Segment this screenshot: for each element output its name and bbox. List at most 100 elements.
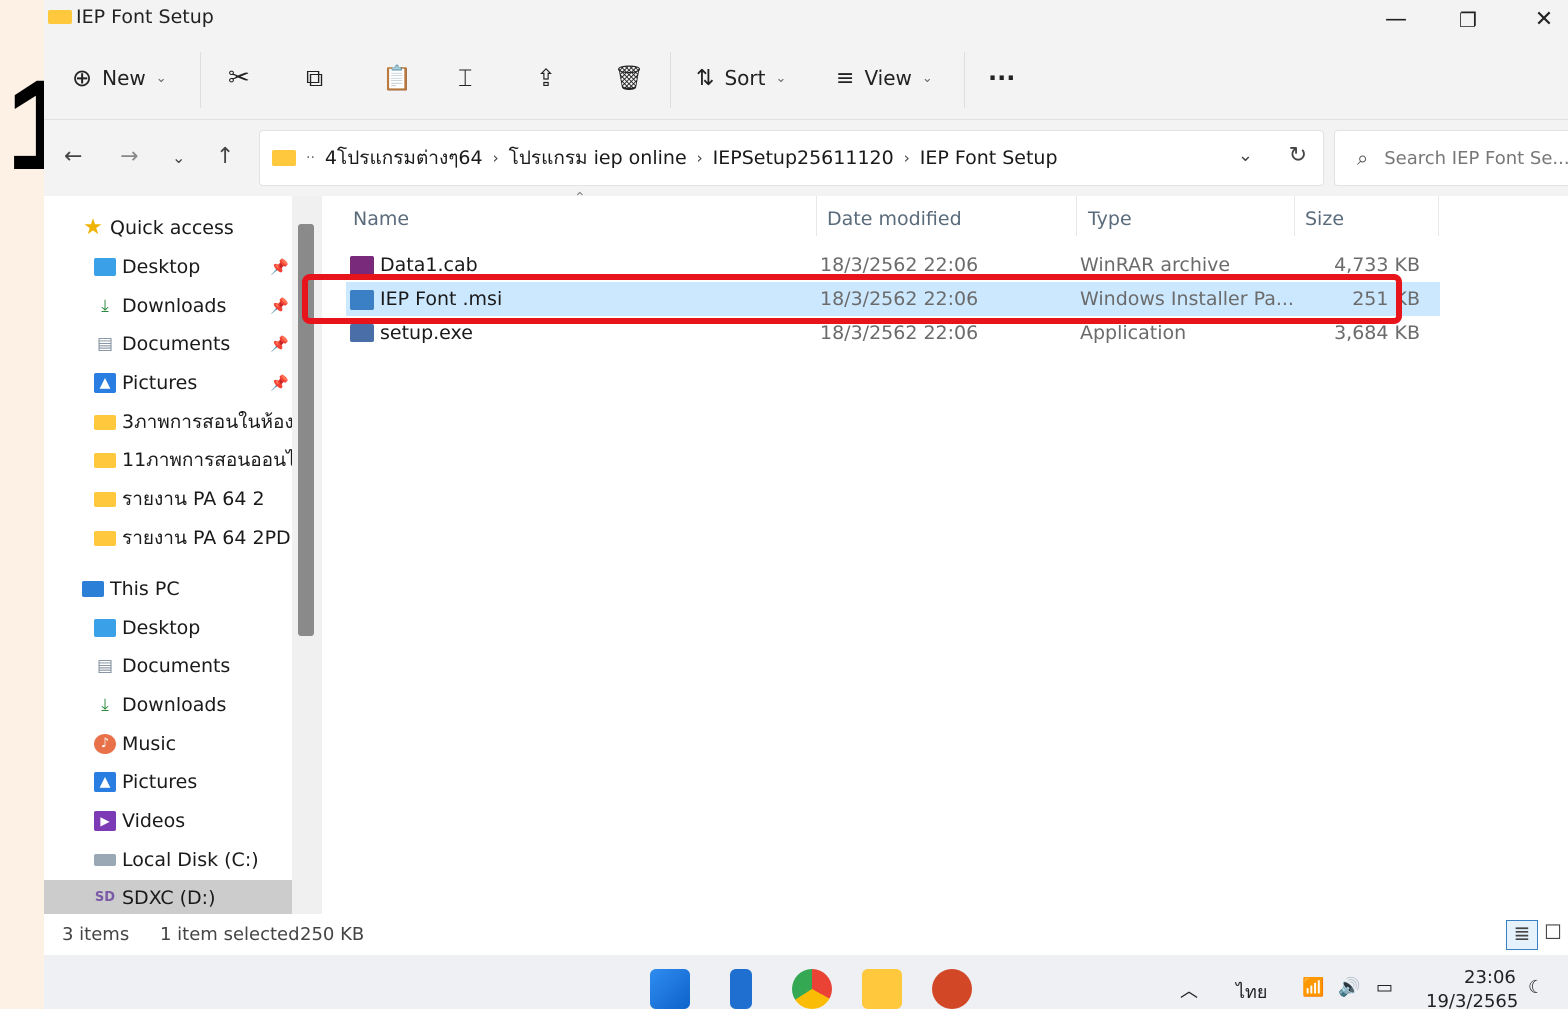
column-header-date[interactable]: Date modified xyxy=(827,208,962,230)
share-icon: ⇪ xyxy=(536,64,557,92)
phone-app-icon[interactable] xyxy=(730,969,752,1009)
nav-item-music[interactable]: ♪ Music xyxy=(94,726,176,762)
more-options-button[interactable]: ··· xyxy=(988,58,1015,98)
close-button[interactable]: ✕ xyxy=(1514,4,1568,36)
up-arrow-icon[interactable]: ↑ xyxy=(216,144,234,169)
volume-icon[interactable]: 🔊 xyxy=(1338,977,1360,998)
wifi-icon[interactable]: 📶 xyxy=(1302,977,1324,998)
pin-icon: 📌 xyxy=(270,297,289,315)
download-icon: ⤓ xyxy=(101,695,109,715)
search-icon: ⌕ xyxy=(1357,146,1369,170)
nav-label: Desktop xyxy=(122,256,201,278)
breadcrumb-overflow[interactable]: ·· xyxy=(306,150,315,166)
breadcrumb-item[interactable]: IEP Font Setup xyxy=(920,147,1058,169)
copy-button[interactable]: ⧉ xyxy=(306,58,323,98)
download-icon: ⤓ xyxy=(101,296,109,316)
nav-label: Music xyxy=(122,733,177,755)
sort-label: Sort xyxy=(724,66,766,90)
nav-item-pictures[interactable]: ▲ Pictures xyxy=(94,365,197,401)
file-explorer-window: IEP Font Setup — ❐ ✕ ⊕ New ⌄ ✂ ⧉ 📋 ⌶ ⇪ 🗑… xyxy=(44,0,1568,955)
chevron-up-icon[interactable]: ︿ xyxy=(1180,977,1198,1003)
nav-item-folder[interactable]: รายงาน PA 64 2 xyxy=(94,481,265,517)
powerpoint-icon[interactable] xyxy=(932,969,972,1009)
nav-item-desktop[interactable]: Desktop xyxy=(94,249,200,285)
back-arrow-icon[interactable]: ← xyxy=(64,144,82,169)
tiles-view-icon[interactable]: ☐ xyxy=(1544,920,1562,944)
forward-arrow-icon[interactable]: → xyxy=(120,144,138,169)
nav-item-desktop[interactable]: Desktop xyxy=(94,610,200,646)
view-label: View xyxy=(864,66,912,90)
file-size: 4,733 KB xyxy=(1334,254,1420,276)
nav-item-folder[interactable]: รายงาน PA 64 2PDF xyxy=(94,520,292,556)
breadcrumb-item[interactable]: IEPSetup25611120 xyxy=(713,147,894,169)
breadcrumb-item[interactable]: 4โปรแกรมต่างๆ64 xyxy=(325,143,483,173)
language-indicator[interactable]: ไทย xyxy=(1236,977,1267,1006)
nav-label: SDXC (D:) xyxy=(122,887,216,909)
nav-label: Pictures xyxy=(122,372,198,394)
setup-exe-icon xyxy=(350,324,374,342)
nav-label: รายงาน PA 64 2PDF xyxy=(122,527,292,549)
view-button[interactable]: ≡ View ⌄ xyxy=(836,58,933,98)
rename-button[interactable]: ⌶ xyxy=(458,58,472,98)
folder-icon xyxy=(94,530,116,546)
chevron-down-icon[interactable]: ⌄ xyxy=(1238,145,1253,166)
nav-label: 3ภาพการสอนในห้อง xyxy=(122,411,292,433)
details-view-icon[interactable]: ≣ xyxy=(1506,920,1538,950)
chrome-icon[interactable] xyxy=(792,969,832,1009)
nav-this-pc[interactable]: This PC xyxy=(82,571,180,607)
clock-date[interactable]: 19/3/2565 xyxy=(1426,991,1518,1009)
nav-item-folder[interactable]: 11ภาพการสอนออนไลน xyxy=(94,442,292,478)
nav-item-sd-card[interactable]: SD SDXC (D:) xyxy=(44,880,292,914)
paste-button[interactable]: 📋 xyxy=(382,58,412,98)
new-button[interactable]: ⊕ New ⌄ xyxy=(72,58,167,98)
folder-icon xyxy=(272,150,296,166)
music-icon: ♪ xyxy=(94,734,116,754)
rename-icon: ⌶ xyxy=(458,64,473,92)
address-bar[interactable]: ·· 4โปรแกรมต่างๆ64 › โปรแกรม iep online … xyxy=(259,130,1324,186)
file-type: Application xyxy=(1080,322,1187,344)
nav-label: Documents xyxy=(122,333,231,355)
column-header-name[interactable]: Name xyxy=(353,208,409,230)
nav-item-downloads[interactable]: ⤓ Downloads xyxy=(94,288,226,324)
share-button[interactable]: ⇪ xyxy=(536,58,556,98)
search-box[interactable]: ⌕ Search IEP Font Se... xyxy=(1334,130,1568,186)
file-explorer-icon[interactable] xyxy=(862,969,902,1009)
command-bar: ⊕ New ⌄ ✂ ⧉ 📋 ⌶ ⇪ 🗑 ⇅ Sort ⌄ ≡ View ⌄ ··… xyxy=(44,40,1568,120)
breadcrumb-item[interactable]: โปรแกรม iep online xyxy=(509,143,687,173)
nav-label: Documents xyxy=(122,655,231,677)
nav-label: Downloads xyxy=(122,694,227,716)
nav-item-videos[interactable]: ▶ Videos xyxy=(94,803,185,839)
battery-icon[interactable]: ▭ xyxy=(1376,977,1393,998)
clock-time[interactable]: 23:06 xyxy=(1464,967,1516,988)
sort-button[interactable]: ⇅ Sort ⌄ xyxy=(696,58,786,98)
folder-icon xyxy=(94,414,116,430)
trash-icon: 🗑 xyxy=(614,64,645,92)
maximize-button[interactable]: ❐ xyxy=(1438,4,1498,36)
nav-label: Pictures xyxy=(122,771,198,793)
notification-icon[interactable]: ☾ xyxy=(1528,977,1544,998)
nav-label: This PC xyxy=(110,578,180,600)
nav-item-documents[interactable]: ▤ Documents xyxy=(94,648,230,684)
windows-start-icon[interactable] xyxy=(650,969,690,1009)
status-bar: 3 items 1 item selected 250 KB ≣ ☐ xyxy=(44,914,1568,955)
nav-item-local-disk[interactable]: Local Disk (C:) xyxy=(94,842,259,878)
document-icon: ▤ xyxy=(96,656,114,676)
folder-icon xyxy=(48,10,72,24)
pin-icon: 📌 xyxy=(270,335,289,353)
recent-chevron-icon[interactable]: ⌄ xyxy=(172,148,185,167)
navigation-pane: ★ Quick access Desktop 📌 ⤓ Downloads 📌 ▤… xyxy=(44,196,292,914)
cut-button[interactable]: ✂ xyxy=(228,58,250,98)
nav-item-downloads[interactable]: ⤓ Downloads xyxy=(94,687,226,723)
nav-item-documents[interactable]: ▤ Documents xyxy=(94,326,230,362)
refresh-icon[interactable]: ↻ xyxy=(1289,143,1307,168)
nav-item-pictures[interactable]: ▲ Pictures xyxy=(94,764,197,800)
column-header-type[interactable]: Type xyxy=(1088,208,1132,230)
column-header-size[interactable]: Size xyxy=(1305,208,1344,230)
nav-label: Downloads xyxy=(122,295,227,317)
nav-item-folder[interactable]: 3ภาพการสอนในห้อง xyxy=(94,404,292,440)
minimize-button[interactable]: — xyxy=(1366,4,1426,36)
delete-button[interactable]: 🗑 xyxy=(614,58,644,98)
file-name: Data1.cab xyxy=(380,254,478,276)
chevron-down-icon: ⌄ xyxy=(921,70,933,86)
nav-quick-access[interactable]: ★ Quick access xyxy=(82,210,234,246)
